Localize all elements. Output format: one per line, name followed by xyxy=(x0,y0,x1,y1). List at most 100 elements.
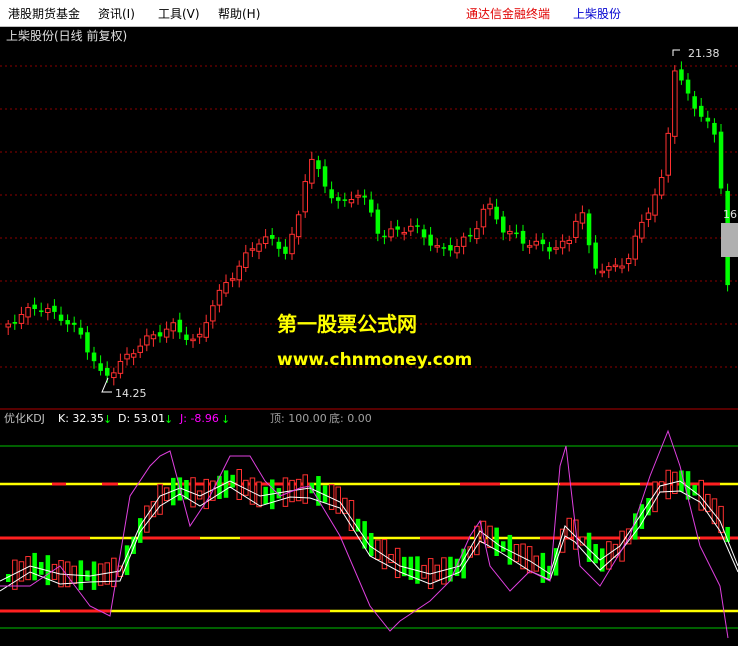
candle-body xyxy=(39,310,44,312)
d-down-arrow-icon: ↓ xyxy=(164,413,173,426)
candle-body xyxy=(692,96,697,109)
menu-item-hk-futures-funds[interactable]: 港股期货基金 xyxy=(8,5,80,22)
candle-body xyxy=(72,322,77,325)
candle-body xyxy=(150,334,157,340)
candle-body xyxy=(421,229,427,238)
candle-body xyxy=(679,69,684,81)
candle-body xyxy=(533,240,539,246)
candle-body xyxy=(514,232,519,235)
candle-body xyxy=(196,333,203,338)
candle-body xyxy=(52,305,57,312)
candle-body xyxy=(553,247,559,250)
price-cursor-box xyxy=(721,223,738,257)
candle-body xyxy=(322,166,328,187)
bottom-value: 底: 0.00 xyxy=(329,411,372,425)
candle-body xyxy=(302,181,308,213)
j-down-arrow-icon: ↓ xyxy=(221,413,230,426)
candle-body xyxy=(58,314,64,321)
stock-name-top[interactable]: 上柴股份 xyxy=(573,5,621,22)
candle-body xyxy=(401,231,407,235)
candle-body xyxy=(375,209,381,234)
candle-body xyxy=(316,160,321,170)
candle-body xyxy=(665,132,671,176)
candle-body xyxy=(243,252,249,268)
candle-body xyxy=(177,319,183,333)
candle-body xyxy=(606,266,612,271)
menu-item-help[interactable]: 帮助(H) xyxy=(218,5,260,22)
candle-body xyxy=(672,70,678,137)
indicator-bar xyxy=(144,505,150,533)
candle-body xyxy=(382,235,387,238)
candle-body xyxy=(501,216,506,233)
candle-body xyxy=(579,212,586,224)
candle-body xyxy=(494,206,499,220)
k-down-arrow-icon: ↓ xyxy=(103,413,112,426)
candle-body xyxy=(5,323,11,328)
indicator-header: 优化KDJ K: 32.35 ↓ D: 53.01 ↓ J: -8.96 ↓ 顶… xyxy=(4,411,372,426)
candle-body xyxy=(612,264,619,268)
indicator-name: 优化KDJ xyxy=(4,411,45,425)
candle-body xyxy=(65,320,70,325)
candle-body xyxy=(705,117,711,122)
low-annotation: 14.25 xyxy=(101,377,147,400)
candle-body xyxy=(229,278,236,281)
candle-body xyxy=(210,305,216,322)
stock-chart[interactable]: 上柴股份(日线 前复权) 21.38 14.25 16 第一股票公式网 www.… xyxy=(0,26,738,646)
candle-body xyxy=(441,247,447,249)
candle-body xyxy=(408,225,414,232)
watermark-url: www.chnmoney.com xyxy=(277,350,472,370)
candle-body xyxy=(652,194,658,216)
candle-body xyxy=(336,197,341,201)
candle-body xyxy=(547,247,552,252)
candle-body xyxy=(105,367,110,376)
candle-body xyxy=(355,194,361,198)
candle-body xyxy=(130,353,137,358)
candle-body xyxy=(566,239,572,245)
candle-body xyxy=(78,327,84,335)
candle-body xyxy=(137,345,143,353)
indicator-bar xyxy=(369,532,374,557)
main-chart-title: 上柴股份(日线 前复权) xyxy=(6,28,127,43)
k-value: K: 32.35 xyxy=(58,412,104,425)
right-price-label: 16 xyxy=(723,208,737,221)
candle-body xyxy=(599,270,605,274)
candle-body xyxy=(632,235,638,260)
candle-body xyxy=(559,240,566,249)
indicator-bar xyxy=(355,518,361,532)
menu-bar: 港股期货基金 资讯(I) 工具(V) 帮助(H) 通达信金融终端 上柴股份 xyxy=(0,0,738,27)
candle-body xyxy=(348,199,355,204)
candle-body xyxy=(699,105,704,117)
candle-body xyxy=(203,322,209,338)
candle-body xyxy=(718,131,724,189)
candle-body xyxy=(124,353,130,360)
candle-body xyxy=(295,214,302,238)
candle-body xyxy=(639,221,645,239)
candle-body xyxy=(645,212,652,220)
candle-body xyxy=(415,225,420,227)
candle-body xyxy=(190,338,196,342)
high-annotation: 21.38 xyxy=(672,47,720,60)
candle-body xyxy=(329,189,334,199)
brand-title: 通达信金融终端 xyxy=(466,7,551,21)
indicator-bar xyxy=(474,525,480,556)
candle-body xyxy=(111,372,117,379)
menu-item-news[interactable]: 资讯(I) xyxy=(98,5,135,22)
candle-body xyxy=(460,236,467,247)
candle-body xyxy=(480,208,487,228)
candle-body xyxy=(144,335,150,346)
candle-body xyxy=(157,332,163,337)
candle-body xyxy=(586,213,592,246)
candle-body xyxy=(507,230,513,235)
candle-body xyxy=(362,195,367,198)
candle-body xyxy=(289,233,295,255)
candle-body xyxy=(170,322,176,332)
candle-body xyxy=(12,322,18,324)
high-price-label: 21.38 xyxy=(688,47,720,60)
low-price-label: 14.25 xyxy=(115,387,147,400)
candles-group xyxy=(5,61,730,386)
d-value: D: 53.01 xyxy=(118,412,165,425)
candle-body xyxy=(448,245,453,251)
candle-body xyxy=(573,220,579,238)
candle-body xyxy=(712,122,717,135)
menu-item-tools[interactable]: 工具(V) xyxy=(158,5,200,22)
